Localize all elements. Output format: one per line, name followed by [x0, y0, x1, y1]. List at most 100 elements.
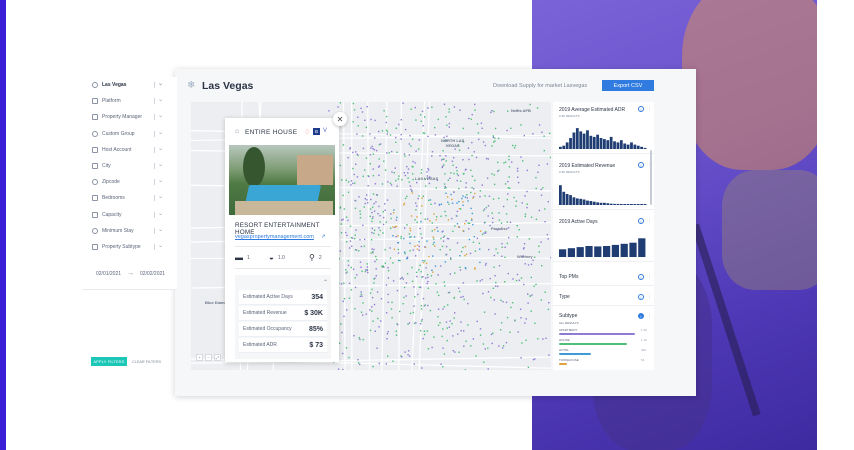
listing-dot: [424, 304, 426, 306]
listing-dot: [427, 135, 429, 138]
listing-dot: [420, 212, 422, 215]
filter-item[interactable]: Capacity ⌄: [82, 207, 177, 223]
booking-icon[interactable]: B: [313, 128, 320, 135]
listing-dot: [471, 154, 473, 157]
chevron-down-icon[interactable]: ⌄: [158, 145, 163, 152]
date-from[interactable]: 02/01/2021: [96, 271, 121, 277]
chevron-down-icon[interactable]: ⌄: [158, 96, 163, 103]
listing-dot: [369, 309, 371, 311]
histogram-bar: [640, 146, 644, 149]
filter-item[interactable]: Las Vegas ⌄: [82, 77, 177, 93]
info-icon[interactable]: i: [638, 218, 644, 224]
listing-dot: [497, 161, 499, 164]
kebab-icon[interactable]: ⋮: [647, 106, 652, 112]
listing-dot: [400, 133, 402, 136]
info-icon[interactable]: i: [638, 274, 644, 280]
listing-dot: [352, 167, 354, 170]
type-section[interactable]: Type i ⋮: [553, 288, 654, 306]
external-link-icon[interactable]: ↗: [321, 234, 326, 240]
listing-dot: [465, 267, 467, 270]
listing-dot: [404, 128, 407, 131]
zoom-in-button[interactable]: +: [196, 354, 203, 361]
airbnb-icon[interactable]: ♢: [304, 128, 310, 136]
filter-item[interactable]: Host Account ⌄: [82, 142, 177, 158]
chevron-down-icon[interactable]: ⌄: [158, 193, 163, 200]
listing-dot: [538, 245, 540, 247]
chevron-down-icon[interactable]: ⌄: [158, 177, 163, 184]
listing-dot: [384, 249, 386, 251]
listing-dot: [350, 180, 353, 182]
listing-dot: [397, 252, 400, 254]
filter-item[interactable]: Zipcode ⌄: [82, 174, 177, 190]
listing-dot: [354, 182, 356, 184]
close-icon[interactable]: ✕: [333, 112, 347, 126]
listing-dot: [514, 144, 517, 147]
listing-dot: [402, 102, 404, 104]
listing-dot: [347, 219, 349, 222]
kebab-icon[interactable]: ⋮: [647, 294, 652, 300]
listing-dot: [428, 256, 430, 258]
listing-dot: [420, 120, 422, 122]
date-range[interactable]: 02/01/2021 → 02/02/2021: [96, 270, 165, 277]
listing-dot: [439, 322, 441, 324]
info-icon[interactable]: i: [638, 162, 644, 168]
date-to[interactable]: 02/02/2021: [140, 271, 165, 277]
filter-item[interactable]: Bedrooms ⌄: [82, 190, 177, 206]
bed-icon: [92, 195, 98, 202]
filter-item[interactable]: City ⌄: [82, 158, 177, 174]
map-label-north-las-vegas: NORTH LAS VEGAS: [441, 138, 465, 148]
listing-dot: [424, 116, 426, 118]
apply-filters-button[interactable]: APPLY FILTERS: [91, 357, 127, 366]
property-link[interactable]: vegaspropertymanagement.com: [235, 234, 314, 240]
filter-item[interactable]: Property Manager ⌄: [82, 109, 177, 125]
filter-item[interactable]: Property Subtype ⌄: [82, 239, 177, 255]
info-icon[interactable]: i: [638, 313, 644, 319]
chevron-down-icon[interactable]: ⌄: [158, 242, 163, 249]
listing-dot: [364, 169, 366, 171]
chevron-down-icon[interactable]: ⌄: [158, 161, 163, 168]
histogram-bar: [596, 202, 600, 205]
filter-item[interactable]: Platform ⌄: [82, 93, 177, 109]
chevron-up-icon[interactable]: ⌃: [323, 279, 328, 286]
fullscreen-button[interactable]: ⤢: [214, 354, 221, 361]
listing-dot: [535, 283, 537, 286]
chevron-down-icon[interactable]: ⌄: [158, 129, 163, 136]
listing-dot: [393, 172, 395, 174]
listing-dot: [404, 252, 406, 255]
listing-dot: [347, 264, 350, 267]
listing-dot: [378, 227, 380, 229]
listing-dot: [407, 350, 410, 352]
listing-dot: [378, 165, 381, 167]
chevron-down-icon[interactable]: ⌄: [158, 210, 163, 217]
listing-dot: [547, 201, 549, 203]
filter-item[interactable]: Minimum Stay ⌄: [82, 223, 177, 239]
listing-dot: [471, 113, 473, 116]
top-pms-section[interactable]: Top PMs i ⋮: [553, 268, 654, 286]
listing-dot: [498, 265, 501, 267]
panel-scrollbar[interactable]: [650, 150, 652, 205]
export-csv-button[interactable]: Export CSV: [602, 80, 654, 91]
property-manager-icon: [92, 114, 98, 121]
kebab-icon[interactable]: ⋮: [647, 274, 652, 280]
listing-dot: [406, 273, 409, 275]
listing-dot: [432, 255, 434, 257]
vrbo-icon[interactable]: V: [323, 128, 327, 134]
zoom-out-button[interactable]: −: [205, 354, 212, 361]
bedrooms-amenity: ▬ 1: [235, 253, 250, 262]
info-icon[interactable]: i: [638, 106, 644, 112]
listing-dot: [432, 243, 434, 246]
chevron-down-icon[interactable]: ⌄: [158, 112, 163, 119]
filter-item[interactable]: Custom Group ⌄: [82, 126, 177, 142]
listing-dot: [404, 155, 406, 157]
listing-dot: [479, 280, 481, 282]
listing-dot: [430, 203, 432, 205]
chevron-down-icon[interactable]: ⌄: [158, 226, 163, 233]
clear-filters-button[interactable]: CLEAR FILTERS: [132, 357, 161, 366]
stat-row: Estimated Active Days 354: [239, 290, 327, 305]
kebab-icon[interactable]: ⋮: [647, 218, 652, 224]
info-icon[interactable]: i: [638, 294, 644, 300]
listing-dot: [404, 197, 407, 200]
kebab-icon[interactable]: ⋮: [647, 313, 652, 319]
listing-dot: [492, 198, 495, 200]
chevron-down-icon[interactable]: ⌄: [158, 80, 163, 87]
